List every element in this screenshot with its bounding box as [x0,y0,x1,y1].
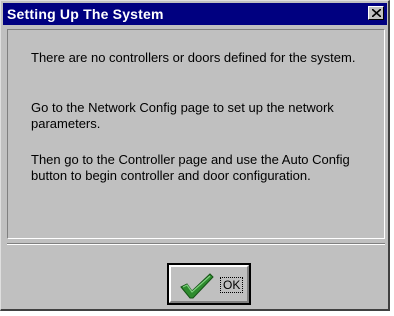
separator [7,243,385,245]
ok-button-face: OK [169,265,249,303]
message-controller-page: Then go to the Controller page and use t… [31,152,350,183]
message-panel: There are no controllers or doors define… [7,29,385,239]
close-icon [372,9,381,17]
dialog-title: Setting Up The System [7,6,164,22]
title-bar: Setting Up The System [3,3,387,25]
checkmark-icon [180,273,214,299]
close-button[interactable] [368,6,384,20]
dialog-window: Setting Up The System There are no contr… [0,0,390,311]
message-network-config: Go to the Network Config page to set up … [31,100,334,131]
ok-label: OK [219,277,244,293]
ok-button[interactable]: OK [167,263,251,305]
message-no-controllers: There are no controllers or doors define… [31,50,356,65]
